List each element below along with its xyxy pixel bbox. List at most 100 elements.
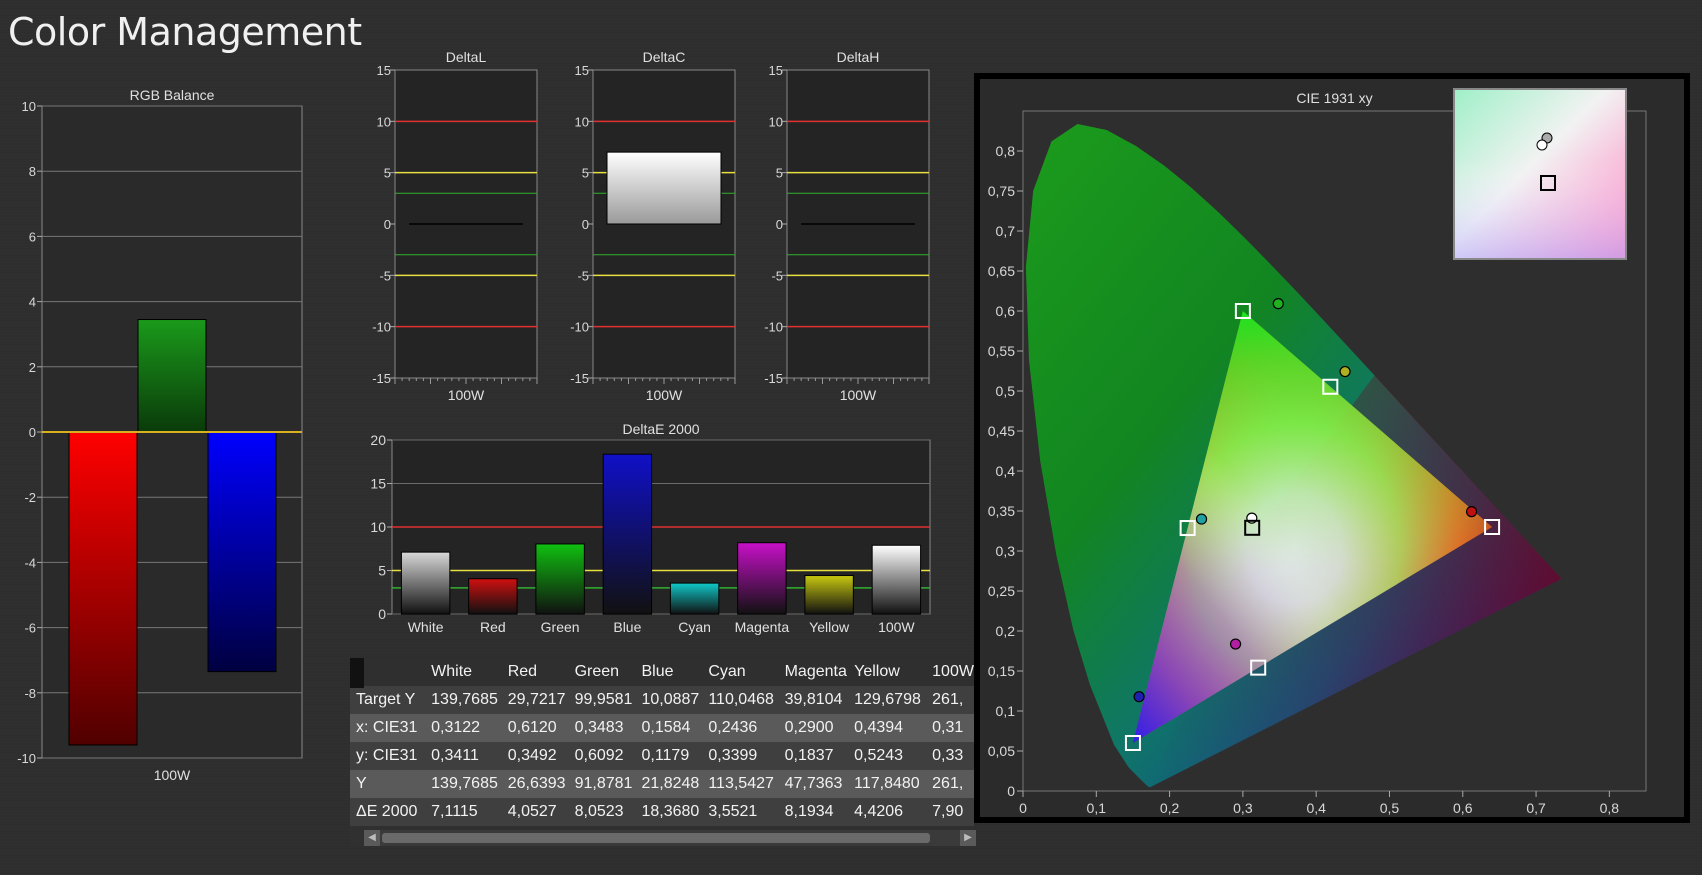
table-cell: 0,33: [926, 742, 974, 770]
chart-title: DeltaL: [446, 49, 487, 65]
y-tick-label: 0: [776, 217, 783, 232]
y-tick-label: 5: [582, 166, 589, 181]
y-tick-label: 15: [575, 63, 589, 78]
y-tick-label: -5: [379, 268, 391, 283]
y-tick-label: 0,8: [996, 143, 1016, 159]
x-tick-label: 0,8: [1600, 800, 1620, 816]
x-tick-label: 100W: [154, 767, 191, 783]
chart-title: DeltaH: [837, 49, 880, 65]
y-tick-label: -4: [24, 555, 36, 570]
y-tick-label: -15: [764, 371, 783, 386]
table-cell: 8,0523: [568, 798, 636, 826]
bar: [535, 543, 585, 615]
table-cell: 117,8480: [848, 770, 927, 798]
table-row[interactable]: Target Y 139,7685 29,7217 99,9581 10,0887 110…: [350, 686, 974, 714]
y-tick-label: -5: [771, 268, 783, 283]
table-cell: 0,1837: [778, 742, 849, 770]
y-tick-label: 0,1: [996, 703, 1016, 719]
scrollbar-thumb[interactable]: [382, 833, 930, 843]
table-cell: 0,3411: [425, 742, 502, 770]
y-tick-label: 8: [29, 164, 36, 179]
measured-point: [1133, 691, 1145, 703]
x-tick-label: 0,1: [1087, 800, 1107, 816]
x-tick-label: 0,4: [1306, 800, 1326, 816]
bar: [137, 319, 207, 433]
table-row-label: x: CIE31: [350, 714, 426, 742]
table-cell: 0,6120: [501, 714, 569, 742]
y-tick-label: 0: [1007, 783, 1015, 799]
table-row[interactable]: x: CIE31 0,3122 0,6120 0,3483 0,1584 0,2436 0,…: [350, 714, 974, 742]
measured-point: [1229, 638, 1242, 650]
table-cell: 7,1115: [425, 798, 502, 826]
table-row[interactable]: y: CIE31 0,3411 0,3492 0,6092 0,1179 0,3399 0,…: [350, 742, 974, 770]
y-tick-label: 0,45: [988, 423, 1015, 439]
y-tick-label: 0,6: [996, 303, 1016, 319]
table-cell: 7,90: [926, 798, 974, 826]
table-cell: 0,2900: [778, 714, 849, 742]
x-tick-label: Blue: [613, 619, 641, 635]
y-tick-label: 2: [29, 360, 36, 375]
y-tick-label: -10: [764, 320, 783, 335]
table-cell: 0,2436: [702, 714, 779, 742]
bar: [68, 431, 138, 746]
measured-point: [1465, 506, 1478, 518]
row-selector[interactable]: [350, 658, 364, 688]
table-cell: 39,8104: [778, 686, 849, 714]
x-tick-label: Red: [480, 619, 506, 635]
table-cell: 10,0887: [635, 686, 703, 714]
table-header-cell: White: [425, 658, 502, 686]
bar: [468, 578, 518, 615]
scroll-right-icon[interactable]: ▶: [960, 830, 976, 846]
y-tick-label: 0,3: [996, 543, 1016, 559]
y-tick-label: 0,15: [988, 663, 1015, 679]
y-tick-label: -8: [24, 686, 36, 701]
chart-title: CIE 1931 xy: [1296, 90, 1372, 106]
y-tick-label: 15: [377, 63, 391, 78]
y-tick-label: 0,5: [996, 383, 1016, 399]
table-cell: 26,6393: [501, 770, 569, 798]
table-row-label: Target Y: [350, 686, 426, 714]
table-header-cell: Green: [568, 658, 636, 686]
table-row-label: y: CIE31: [350, 742, 426, 770]
bar: [669, 582, 720, 615]
measurement-table-container[interactable]: White Red Green Blue Cyan Magenta Yellow…: [350, 658, 974, 846]
table-row-label: ΔE 2000: [350, 798, 426, 826]
x-tick-label: Green: [541, 619, 580, 635]
y-tick-label: -15: [570, 371, 589, 386]
x-tick-label: 0,5: [1380, 800, 1400, 816]
table-cell: 0,5243: [848, 742, 927, 770]
y-tick-label: 10: [370, 519, 386, 535]
table-cell: 129,6798: [848, 686, 927, 714]
table-cell: 0,1179: [635, 742, 703, 770]
y-tick-label: -5: [577, 268, 589, 283]
y-tick-label: 0: [378, 606, 386, 622]
x-tick-label: 0,6: [1453, 800, 1473, 816]
table-row[interactable]: ΔE 2000 7,1115 4,0527 8,0523 18,3680 3,5521 8,…: [350, 798, 974, 826]
x-tick-label: White: [408, 619, 444, 635]
y-tick-label: 10: [769, 114, 783, 129]
x-tick-label: 0: [1019, 800, 1027, 816]
y-tick-label: 20: [370, 432, 386, 448]
table-cell: 4,0527: [501, 798, 569, 826]
x-tick-label: 0,7: [1526, 800, 1546, 816]
y-tick-label: 4: [29, 295, 36, 310]
scroll-left-icon[interactable]: ◀: [364, 830, 380, 846]
table-cell: 0,3122: [425, 714, 502, 742]
y-tick-label: -6: [24, 621, 36, 636]
page-title: Color Management: [8, 10, 362, 54]
bar: [871, 544, 922, 615]
x-tick-label: 100W: [878, 619, 915, 635]
table-cell: 21,8248: [635, 770, 703, 798]
table-cell: 0,1584: [635, 714, 703, 742]
bar: [804, 575, 854, 615]
table-cell: 0,3492: [501, 742, 569, 770]
table-cell: 261,: [926, 686, 974, 714]
bar: [207, 431, 277, 673]
y-tick-label: -2: [24, 490, 36, 505]
y-tick-label: 0,7: [996, 223, 1016, 239]
table-row[interactable]: Y 139,7685 26,6393 91,8781 21,8248 113,5427 47…: [350, 770, 974, 798]
table-cell: 113,5427: [702, 770, 779, 798]
table-header-row: White Red Green Blue Cyan Magenta Yellow…: [350, 658, 974, 686]
table-header-cell: Red: [501, 658, 569, 686]
y-tick-label: 0: [29, 425, 36, 440]
